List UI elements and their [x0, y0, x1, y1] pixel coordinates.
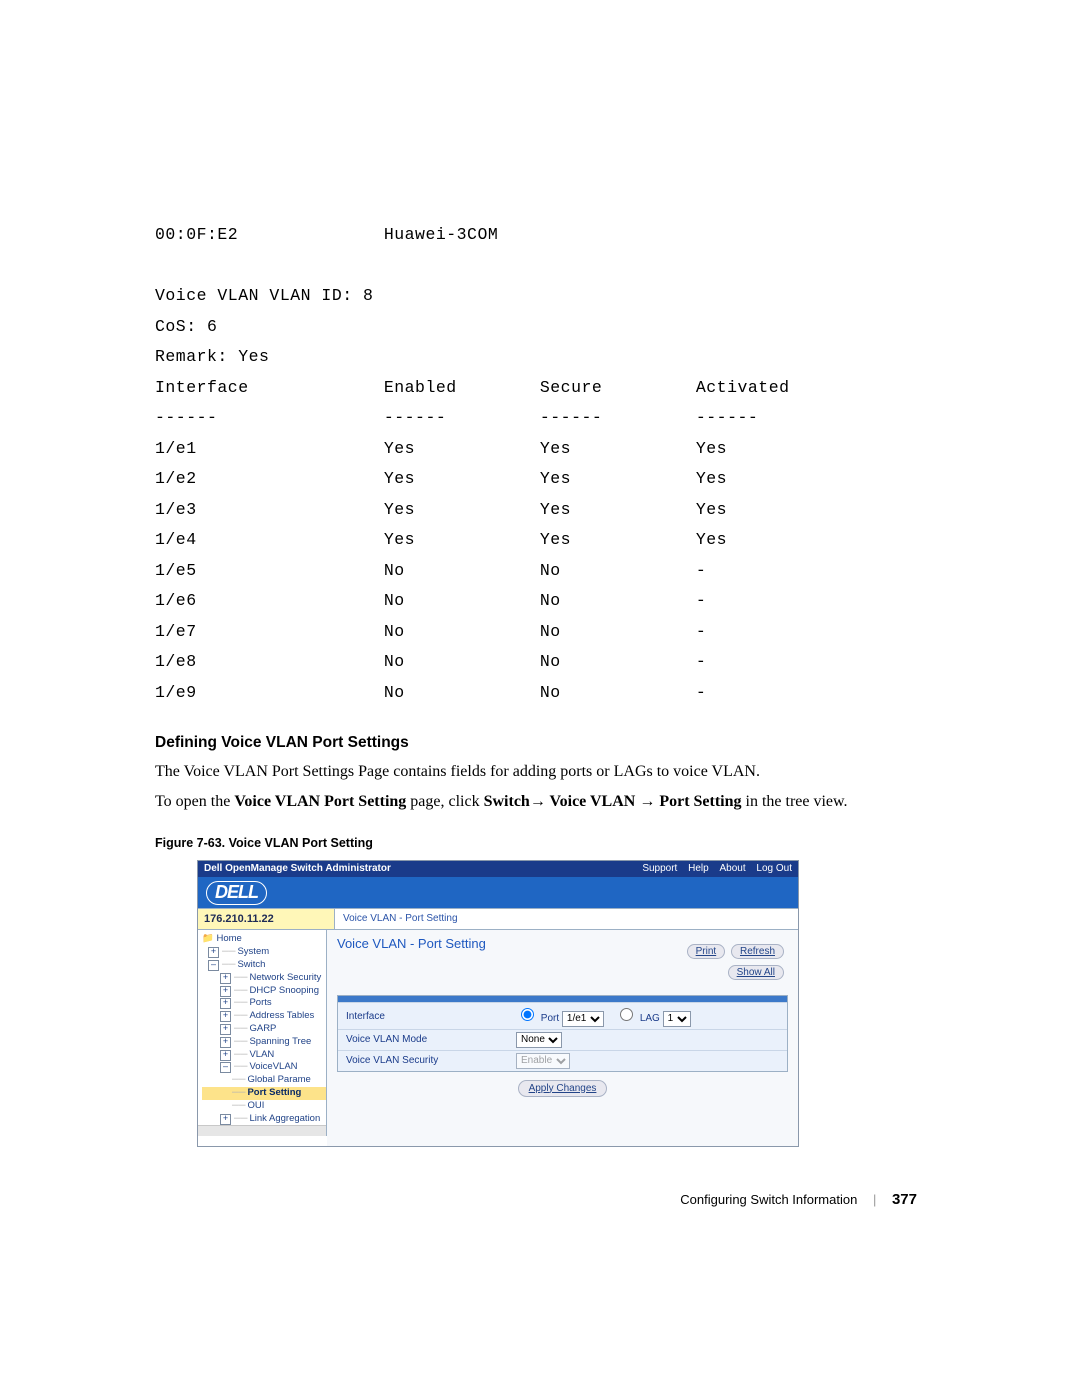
footer-section: Configuring Switch Information: [680, 1192, 857, 1207]
radio-port[interactable]: [521, 1008, 534, 1021]
tree-home[interactable]: 📁 Home: [202, 933, 326, 946]
titlebar-links: Support Help About Log Out: [634, 863, 792, 874]
label-port: Port: [541, 1013, 559, 1024]
logout-link[interactable]: Log Out: [756, 863, 792, 874]
form-block: Interface Port 1/e1 LAG 1 Voice VLAN: [337, 995, 788, 1072]
body-paragraph-2: To open the Voice VLAN Port Setting page…: [155, 790, 925, 814]
print-button[interactable]: Print: [687, 944, 726, 959]
row-mode: Voice VLAN Mode None: [338, 1029, 787, 1050]
logo-strip: DELL: [198, 877, 798, 908]
app-titlebar: Dell OpenManage Switch Administrator Sup…: [198, 861, 798, 877]
nav-tree[interactable]: 📁 Home +──System –──Switch +──Network Se…: [198, 930, 327, 1136]
select-mode[interactable]: None: [516, 1032, 562, 1048]
label-interface: Interface: [346, 1011, 516, 1022]
tree-scrollbar[interactable]: [198, 1125, 326, 1136]
tree-system[interactable]: +──System: [202, 946, 326, 959]
row-interface: Interface Port 1/e1 LAG 1: [338, 1002, 787, 1029]
tree-global-parameters[interactable]: ──Global Parame: [202, 1074, 326, 1087]
select-port[interactable]: 1/e1: [562, 1011, 604, 1027]
app-window: Dell OpenManage Switch Administrator Sup…: [197, 860, 799, 1147]
content-pane: Voice VLAN - Port Setting Print Refresh …: [327, 930, 798, 1146]
label-lag: LAG: [640, 1013, 660, 1024]
app-title: Dell OpenManage Switch Administrator: [204, 863, 391, 874]
select-security[interactable]: Enable: [516, 1053, 570, 1069]
label-security: Voice VLAN Security: [346, 1055, 516, 1066]
select-lag[interactable]: 1: [663, 1011, 691, 1027]
tree-garp[interactable]: +──GARP: [202, 1023, 326, 1036]
tree-voicevlan[interactable]: –──VoiceVLAN: [202, 1061, 326, 1074]
dell-logo: DELL: [206, 881, 267, 905]
tree-ports[interactable]: +──Ports: [202, 997, 326, 1010]
tree-network-security[interactable]: +──Network Security: [202, 972, 326, 985]
tree-address-tables[interactable]: +──Address Tables: [202, 1010, 326, 1023]
ip-address: 176.210.11.22: [198, 909, 335, 930]
breadcrumb: Voice VLAN - Port Setting: [335, 909, 798, 930]
tree-switch[interactable]: –──Switch: [202, 959, 326, 972]
row-security: Voice VLAN Security Enable: [338, 1050, 787, 1071]
tree-spanning-tree[interactable]: +──Spanning Tree: [202, 1036, 326, 1049]
tree-dhcp-snooping[interactable]: +──DHCP Snooping: [202, 985, 326, 998]
label-mode: Voice VLAN Mode: [346, 1034, 516, 1045]
radio-lag[interactable]: [620, 1008, 633, 1021]
show-all-button[interactable]: Show All: [728, 965, 784, 980]
page-footer: Configuring Switch Information | 377: [155, 1191, 925, 1208]
cli-output: 00:0F:E2 Huawei-3COM Voice VLAN VLAN ID:…: [155, 220, 925, 708]
body-paragraph-1: The Voice VLAN Port Settings Page contai…: [155, 760, 925, 784]
section-heading: Defining Voice VLAN Port Settings: [155, 734, 925, 752]
tree-port-setting[interactable]: ──Port Setting: [202, 1087, 326, 1100]
tree-vlan[interactable]: +──VLAN: [202, 1049, 326, 1062]
footer-page-number: 377: [892, 1191, 917, 1208]
about-link[interactable]: About: [719, 863, 745, 874]
help-link[interactable]: Help: [688, 863, 709, 874]
support-link[interactable]: Support: [642, 863, 677, 874]
tree-link-aggregation[interactable]: +──Link Aggregation: [202, 1113, 326, 1126]
apply-changes-button[interactable]: Apply Changes: [518, 1080, 608, 1097]
tree-oui[interactable]: ──OUI: [202, 1100, 326, 1113]
refresh-button[interactable]: Refresh: [731, 944, 784, 959]
figure-caption: Figure 7-63. Voice VLAN Port Setting: [155, 836, 925, 850]
